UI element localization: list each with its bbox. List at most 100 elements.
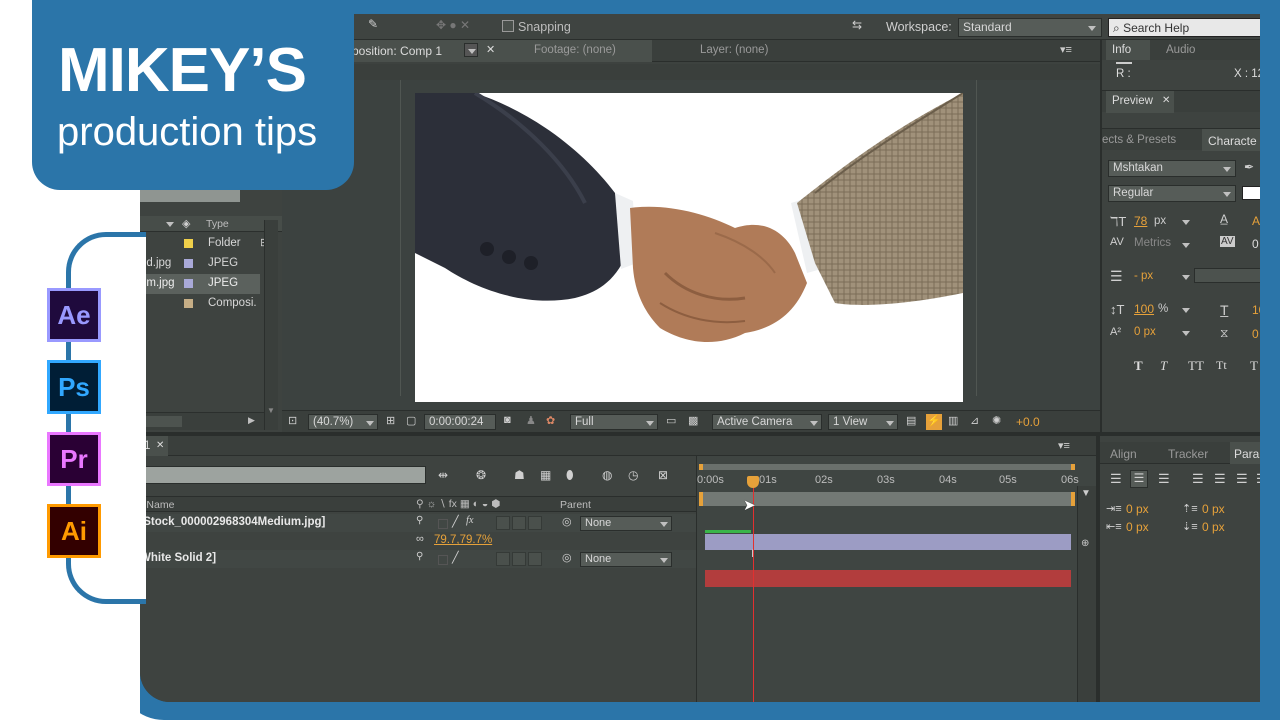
- justify-all-icon[interactable]: ☰: [1256, 471, 1260, 487]
- list-item-selected[interactable]: um.jpg JPEG: [140, 274, 260, 294]
- comp-mini-flowchart-icon[interactable]: ⇹: [438, 468, 448, 482]
- scale-value[interactable]: 79.7,79.7%: [434, 534, 492, 546]
- motion-blur-switch[interactable]: [512, 552, 526, 566]
- tracking-value[interactable]: 0: [1252, 237, 1259, 251]
- chevron-down-icon[interactable]: [1182, 243, 1190, 248]
- vertical-scale-value[interactable]: 100: [1134, 302, 1154, 316]
- scroll-marker-icon[interactable]: ▼: [1081, 488, 1091, 499]
- motion-blur-switch[interactable]: [512, 516, 526, 530]
- layer-bar-image[interactable]: [705, 534, 1071, 550]
- camera-dropdown[interactable]: Active Camera: [712, 414, 822, 430]
- tab-layer[interactable]: Layer: (none): [700, 44, 768, 56]
- always-preview-icon[interactable]: ⊡: [288, 414, 297, 427]
- tab-preview[interactable]: Preview ✕: [1106, 91, 1174, 113]
- channel-icon[interactable]: ✿: [546, 414, 555, 427]
- stopwatch-icon[interactable]: ◷: [628, 468, 638, 482]
- pickwhip-icon[interactable]: ◎: [562, 515, 572, 528]
- scroll-down-icon[interactable]: ▼: [267, 406, 276, 415]
- indent-left-value[interactable]: 0 px: [1126, 502, 1149, 516]
- table-row[interactable]: White Solid 2] ⚲ ╱ ◎ None: [140, 550, 696, 568]
- toggle-pixel-icon[interactable]: ▤: [906, 414, 916, 427]
- timeline-icon[interactable]: ▥: [948, 414, 958, 427]
- show-snapshot-icon[interactable]: ♟: [526, 414, 536, 427]
- table-row[interactable]: iStock_000002968304Medium.jpg] ⚲ ╱ fx ◎ …: [140, 514, 696, 532]
- chevron-down-icon[interactable]: [1182, 220, 1190, 225]
- justify-right-icon[interactable]: ☰: [1236, 471, 1248, 487]
- faux-bold-button[interactable]: T: [1134, 358, 1143, 374]
- stroke-type-dropdown[interactable]: [1194, 268, 1260, 283]
- draft-3d-icon[interactable]: ❂: [476, 468, 486, 482]
- comp-menu-button[interactable]: [464, 43, 478, 57]
- panel-menu-icon[interactable]: ▾≡: [1060, 43, 1072, 56]
- align-center-icon[interactable]: ☰: [1130, 470, 1148, 488]
- transparency-grid-icon[interactable]: ▩: [688, 414, 698, 427]
- resolution-dropdown[interactable]: Full: [570, 414, 658, 430]
- photoshop-app-icon[interactable]: Ps: [47, 360, 101, 414]
- axis-icon[interactable]: ✥ ● ✕: [436, 18, 470, 32]
- adjustment-switch[interactable]: [528, 516, 542, 530]
- h-scroll-thumb[interactable]: [146, 416, 182, 427]
- font-style-dropdown[interactable]: Regular: [1108, 185, 1236, 202]
- eyedropper-icon[interactable]: ✒: [1244, 160, 1254, 174]
- workspace-dropdown[interactable]: Standard: [958, 18, 1102, 37]
- chevron-down-icon[interactable]: [1182, 308, 1190, 313]
- workspace-icon[interactable]: ⇆: [852, 18, 862, 32]
- fill-color-swatch[interactable]: [1242, 186, 1260, 200]
- layer-name[interactable]: iStock_000002968304Medium.jpg]: [140, 516, 325, 528]
- exposure-icon[interactable]: ✺: [992, 414, 1001, 427]
- kerning-value[interactable]: Metrics: [1134, 237, 1171, 249]
- timecode-field[interactable]: 0:00:00:24: [424, 414, 496, 430]
- stroke-width-value[interactable]: - px: [1134, 270, 1153, 282]
- adjustment-switch[interactable]: [528, 552, 542, 566]
- effect-switch-icon[interactable]: fx: [466, 515, 474, 526]
- constrain-proportions-icon[interactable]: ∞: [416, 533, 424, 545]
- close-icon[interactable]: ✕: [156, 440, 164, 451]
- list-item[interactable]: ed.jpg JPEG: [140, 254, 260, 274]
- align-right-icon[interactable]: ☰: [1158, 471, 1170, 487]
- shy-switch-icon[interactable]: ⚲: [416, 515, 423, 526]
- font-family-dropdown[interactable]: Mshtakan: [1108, 160, 1236, 177]
- tsume-value[interactable]: 0: [1252, 327, 1259, 341]
- timeline-scrollbar[interactable]: ▼ ⊕ ▼: [1077, 486, 1097, 702]
- project-search-bar[interactable]: [140, 188, 240, 202]
- list-item[interactable]: Folder ⊞: [140, 234, 269, 254]
- motion-blur-icon[interactable]: ⬮: [566, 468, 574, 483]
- chevron-down-icon[interactable]: [1182, 331, 1190, 336]
- superscript-button[interactable]: T: [1250, 358, 1258, 374]
- snapshot-icon[interactable]: ◙: [504, 414, 511, 426]
- justify-left-icon[interactable]: ☰: [1192, 471, 1204, 487]
- grid-icon[interactable]: ⊞: [386, 414, 395, 427]
- chevron-down-icon[interactable]: [1182, 275, 1190, 280]
- tab-info[interactable]: Info: [1106, 40, 1150, 60]
- brainstorm-icon[interactable]: ◍: [602, 468, 612, 482]
- scroll-right-icon[interactable]: ▶: [248, 415, 255, 426]
- space-before-value[interactable]: 0 px: [1202, 502, 1225, 516]
- tab-effects-presets[interactable]: ects & Presets: [1102, 134, 1176, 146]
- tab-tracker[interactable]: Tracker: [1168, 447, 1208, 461]
- tab-audio[interactable]: Audio: [1166, 44, 1195, 56]
- tab-paragraph[interactable]: Para: [1230, 442, 1260, 464]
- parent-dropdown[interactable]: None: [580, 552, 672, 567]
- pickwhip-icon[interactable]: ◎: [562, 551, 572, 564]
- collapse-switch[interactable]: [438, 555, 448, 565]
- project-scrollbar[interactable]: ▼: [264, 220, 278, 430]
- zoom-dropdown[interactable]: (40.7%): [308, 414, 378, 430]
- table-row[interactable]: e ∞ 79.7,79.7%: [140, 532, 696, 550]
- time-graph[interactable]: 0:00s 01s 02s 03s 04s 05s 06s ➤ I ▼ ⊕ ▼: [696, 456, 1097, 702]
- snapping-checkbox[interactable]: [502, 20, 514, 32]
- tab-footage[interactable]: Footage: (none): [534, 44, 616, 56]
- lock-icon[interactable]: ⊕: [1081, 538, 1089, 549]
- fast-previews-icon[interactable]: ⚡: [926, 414, 942, 430]
- pin-tool-icon[interactable]: ✎: [368, 17, 378, 31]
- layer-name[interactable]: White Solid 2]: [140, 552, 216, 564]
- quality-switch-icon[interactable]: ╱: [452, 551, 459, 564]
- graph-editor-icon[interactable]: ⊠: [658, 468, 668, 482]
- shy-layers-icon[interactable]: ☗: [514, 468, 525, 482]
- parent-dropdown[interactable]: None: [580, 516, 672, 531]
- faux-italic-button[interactable]: T: [1160, 358, 1167, 374]
- tab-align[interactable]: Align: [1110, 447, 1137, 461]
- sort-icon[interactable]: [166, 222, 174, 227]
- mask-icon[interactable]: ▢: [406, 414, 416, 427]
- leading-value[interactable]: A: [1252, 214, 1260, 228]
- list-item[interactable]: Composi.: [140, 294, 260, 314]
